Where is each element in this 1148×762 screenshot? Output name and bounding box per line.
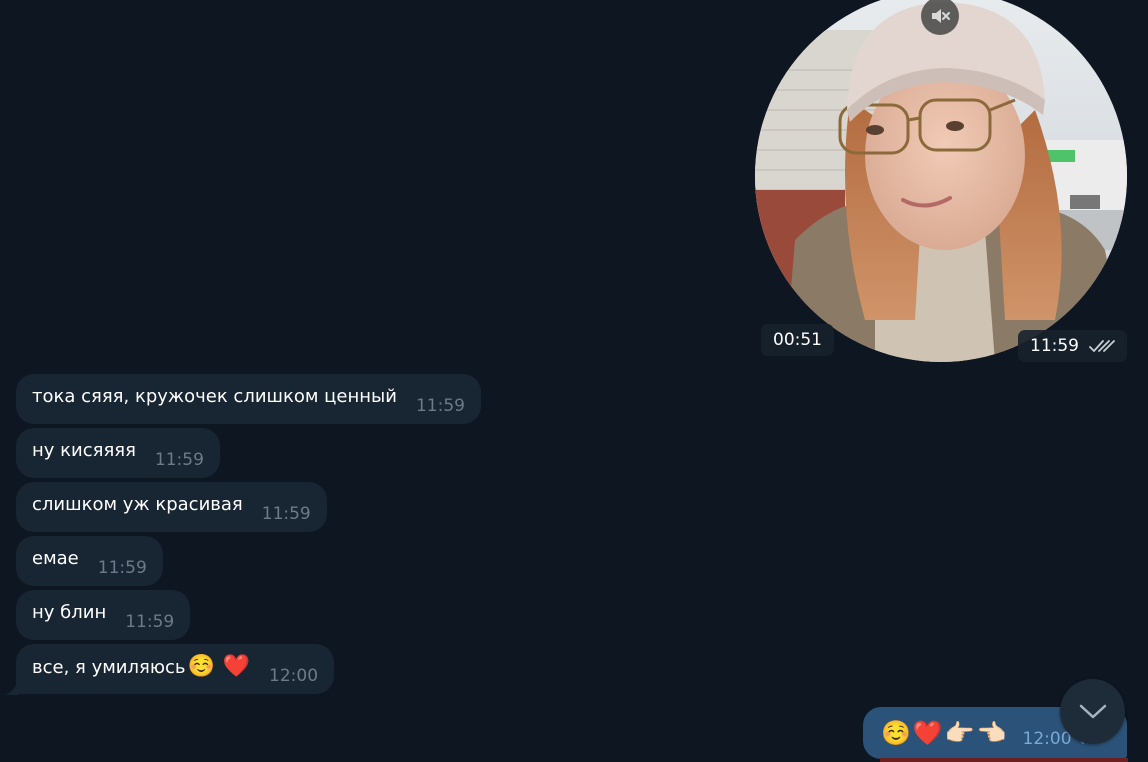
incoming-message[interactable]: емае 11:59 — [16, 536, 163, 586]
chevron-down-icon — [1079, 704, 1106, 718]
message-text: ну блин — [32, 602, 107, 623]
message-time: 11:59 — [154, 450, 204, 470]
double-check-icon — [1089, 340, 1115, 352]
message-text: ну кисяяяя — [32, 440, 136, 461]
video-duration: 00:51 — [761, 324, 834, 356]
video-frame-image — [755, 0, 1127, 362]
video-timestamp: 11:59 — [1018, 330, 1127, 362]
emoji-message: ☺️❤️👉🏻👈🏻 — [881, 719, 1009, 747]
message-time: 11:59 — [415, 396, 465, 416]
video-message[interactable] — [755, 0, 1127, 362]
message-text-body: все, я умиляюсь — [32, 656, 186, 678]
message-time: 11:59 — [97, 558, 147, 578]
scroll-down-button[interactable] — [1060, 679, 1125, 744]
smiling-face-emoji: ☺️ — [187, 653, 215, 679]
incoming-message[interactable]: ну кисяяяя 11:59 — [16, 428, 220, 478]
message-time: 11:59 — [125, 612, 175, 632]
incoming-message[interactable]: все, я умиляюсь☺️ ❤️ 12:00 — [16, 644, 335, 694]
message-time: 12:00 — [1022, 729, 1072, 749]
message-text: все, я умиляюсь☺️ ❤️ — [32, 653, 251, 680]
incoming-message[interactable]: тока сяяя, кружочек слишком ценный 11:59 — [16, 374, 481, 424]
video-time-text: 11:59 — [1030, 336, 1079, 356]
speaker-muted-icon — [932, 9, 950, 23]
message-time: 11:59 — [261, 504, 311, 524]
chat-area: 00:51 11:59 тока сяяя, кружочек слишком … — [0, 0, 1148, 762]
message-text: емае — [32, 548, 79, 569]
message-text: тока сяяя, кружочек слишком ценный — [32, 386, 397, 407]
bottom-strip — [880, 758, 1128, 762]
video-thumbnail[interactable] — [755, 0, 1127, 362]
message-text: слишком уж красивая — [32, 494, 243, 515]
bubble-tail — [5, 679, 19, 695]
incoming-message[interactable]: ну блин 11:59 — [16, 590, 191, 640]
red-heart-emoji: ❤️ — [222, 653, 251, 679]
message-time: 12:00 — [269, 666, 319, 686]
incoming-message[interactable]: слишком уж красивая 11:59 — [16, 482, 327, 532]
